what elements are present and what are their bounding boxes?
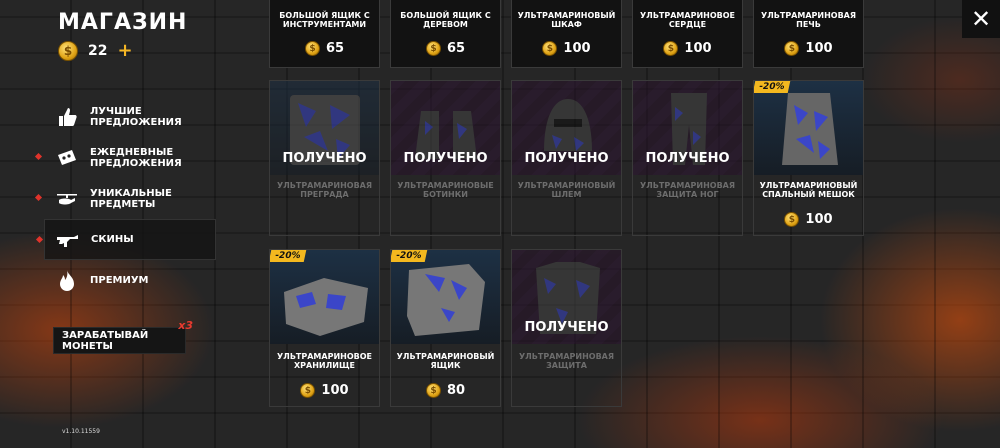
shop-item-card[interactable]: УЛЬТРАМАРИНОВОЕ СЕРДЦЕ $100: [632, 0, 743, 68]
nav-label: ПРЕМИУМ: [90, 275, 149, 286]
nav-label: СКИНЫ: [91, 234, 134, 245]
owned-label: ПОЛУЧЕНО: [645, 151, 730, 166]
item-name: УЛЬТРАМАРИНОВЫЙ ШКАФ: [517, 11, 616, 29]
discount-badge: -20%: [391, 250, 428, 262]
item-image: [270, 250, 379, 344]
coin-icon: $: [425, 383, 441, 398]
item-name: УЛЬТРАМАРИНОВАЯ ПЕЧЬ: [760, 11, 857, 29]
nav-item-unique-items[interactable]: УНИКАЛЬНЫЕ ПРЕДМЕТЫ: [34, 178, 216, 219]
owned-label: ПОЛУЧЕНО: [524, 320, 609, 335]
discount-badge: -20%: [754, 81, 791, 93]
coin-icon: $: [425, 41, 441, 56]
coin-icon: $: [663, 41, 679, 56]
coin-count: 22: [88, 43, 108, 59]
nav-item-daily-offers[interactable]: ЕЖЕДНЕВНЫЕ ПРЕДЛОЖЕНИЯ: [34, 137, 216, 178]
item-name: УЛЬТРАМАРИНОВОЕ СЕРДЦЕ: [640, 11, 735, 29]
page-title: МАГАЗИН: [58, 10, 188, 35]
shop-item-card[interactable]: БОЛЬШОЙ ЯЩИК С ДЕРЕВОМ $65: [390, 0, 501, 68]
item-name: БОЛЬШОЙ ЯЩИК С ДЕРЕВОМ: [400, 11, 491, 29]
nav-label: ЕЖЕДНЕВНЫЕ ПРЕДЛОЖЕНИЯ: [90, 146, 182, 169]
close-icon: ✕: [970, 5, 992, 33]
item-image: [391, 250, 500, 344]
shop-item-card[interactable]: ПОЛУЧЕНО УЛЬТРАМАРИНОВАЯ ЗАЩИТА: [511, 249, 622, 407]
item-price: $100: [512, 41, 621, 56]
multiplier-badge: x3: [178, 319, 193, 332]
coin-icon: $: [300, 383, 316, 398]
item-name: УЛЬТРАМАРИНОВЫЕ БОТИНКИ: [397, 181, 494, 199]
coin-icon: $: [784, 41, 800, 56]
shop-item-card[interactable]: УЛЬТРАМАРИНОВАЯ ПЕЧЬ $100: [753, 0, 864, 68]
rifle-icon: [55, 227, 81, 253]
price-value: 100: [805, 212, 833, 227]
price-value: 100: [684, 41, 712, 56]
item-price: $100: [270, 383, 379, 398]
ticket-icon: [54, 145, 80, 171]
item-name: УЛЬТРАМАРИНОВЫЙ СПАЛЬНЫЙ МЕШОК: [759, 181, 858, 199]
item-name: УЛЬТРАМАРИНОВАЯ ЗАЩИТА НОГ: [639, 181, 736, 199]
owned-label: ПОЛУЧЕНО: [282, 151, 367, 166]
item-name: УЛЬТРАМАРИНОВАЯ ПРЕГРАДА: [276, 181, 373, 199]
owned-label: ПОЛУЧЕНО: [403, 151, 488, 166]
shop-item-card[interactable]: ПОЛУЧЕНО УЛЬТРАМАРИНОВАЯ ПРЕГРАДА: [269, 80, 380, 236]
price-value: 100: [805, 41, 833, 56]
item-name: УЛЬТРАМАРИНОВЫЙ ЯЩИК: [396, 352, 495, 370]
item-name: БОЛЬШОЙ ЯЩИК С ИНСТРУМЕНТАМИ: [279, 11, 370, 29]
item-price: $100: [633, 41, 742, 56]
item-name: УЛЬТРАМАРИНОВОЕ ХРАНИЛИЩЕ: [277, 352, 372, 370]
item-price: $65: [270, 41, 379, 56]
owned-label: ПОЛУЧЕНО: [524, 151, 609, 166]
earn-coins-button[interactable]: ЗАРАБАТЫВАЙ МОНЕТЫ x3: [53, 319, 193, 354]
nav-item-skins[interactable]: СКИНЫ: [35, 219, 216, 260]
shop-item-card[interactable]: ПОЛУЧЕНО УЛЬТРАМАРИНОВЫЙ ШЛЕМ: [511, 80, 622, 236]
item-name: УЛЬТРАМАРИНОВАЯ ЗАЩИТА: [518, 352, 615, 370]
price-value: 80: [446, 383, 466, 398]
shop-item-card[interactable]: БОЛЬШОЙ ЯЩИК С ИНСТРУМЕНТАМИ $65: [269, 0, 380, 68]
flame-icon: [54, 268, 80, 294]
item-price: $80: [391, 383, 500, 398]
thumbs-up-icon: [54, 104, 80, 130]
shop-item-card[interactable]: -20% УЛЬТРАМАРИНОВЫЙ СПАЛЬНЫЙ МЕШОК $100: [753, 80, 864, 236]
item-price: $65: [391, 41, 500, 56]
coin-icon: $: [784, 212, 800, 227]
version-label: v1.10.11559: [62, 428, 100, 435]
add-coins-button[interactable]: +: [117, 42, 132, 60]
coin-icon: $: [304, 41, 320, 56]
price-value: 100: [321, 383, 349, 398]
nav-label: УНИКАЛЬНЫЕ ПРЕДМЕТЫ: [90, 187, 172, 210]
nav-item-best-offers[interactable]: ЛУЧШИЕ ПРЕДЛОЖЕНИЯ: [44, 96, 216, 137]
nav-item-premium[interactable]: ПРЕМИУМ: [44, 260, 216, 301]
item-name: УЛЬТРАМАРИНОВЫЙ ШЛЕМ: [517, 181, 616, 199]
coin-icon: $: [58, 41, 78, 61]
category-nav: ЛУЧШИЕ ПРЕДЛОЖЕНИЯ ЕЖЕДНЕВНЫЕ ПРЕДЛОЖЕНИ…: [34, 96, 216, 301]
coin-balance: $ 22 +: [58, 41, 133, 61]
nav-label: ЛУЧШИЕ ПРЕДЛОЖЕНИЯ: [90, 105, 182, 128]
discount-badge: -20%: [270, 250, 307, 262]
coin-icon: $: [542, 41, 558, 56]
earn-coins-label: ЗАРАБАТЫВАЙ МОНЕТЫ: [62, 329, 149, 352]
item-price: $100: [754, 212, 863, 227]
shop-item-card[interactable]: УЛЬТРАМАРИНОВЫЙ ШКАФ $100: [511, 0, 622, 68]
shop-item-card[interactable]: -20% УЛЬТРАМАРИНОВОЕ ХРАНИЛИЩЕ $100: [269, 249, 380, 407]
price-value: 65: [446, 41, 466, 56]
shop-item-card[interactable]: ПОЛУЧЕНО УЛЬТРАМАРИНОВЫЕ БОТИНКИ: [390, 80, 501, 236]
item-image: [754, 81, 863, 175]
item-price: $100: [754, 41, 863, 56]
helicopter-icon: [54, 186, 80, 212]
close-button[interactable]: ✕: [962, 0, 1000, 38]
shop-item-card[interactable]: ПОЛУЧЕНО УЛЬТРАМАРИНОВАЯ ЗАЩИТА НОГ: [632, 80, 743, 236]
price-value: 65: [325, 41, 345, 56]
shop-item-card[interactable]: -20% УЛЬТРАМАРИНОВЫЙ ЯЩИК $80: [390, 249, 501, 407]
price-value: 100: [563, 41, 591, 56]
